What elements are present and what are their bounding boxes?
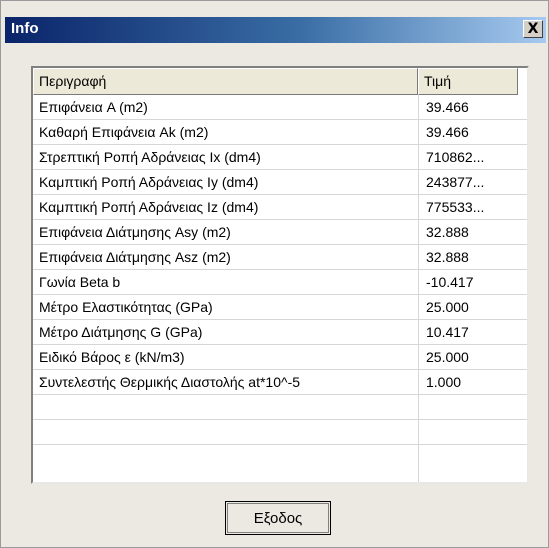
row-value: 39.466 <box>426 99 469 115</box>
row-value: -10.417 <box>426 274 474 290</box>
table-row[interactable]: Καθαρή Επιφάνεια Ak (m2) 39.466 <box>33 120 527 145</box>
row-description <box>39 420 416 444</box>
row-description: Καμπτική Ροπή Αδράνειας Iy (dm4) <box>39 174 259 190</box>
row-description: Ειδικό Βάρος ε (kN/m3) <box>39 349 185 365</box>
row-value: 10.417 <box>426 324 469 340</box>
row-description: Καθαρή Επιφάνεια Ak (m2) <box>39 124 209 140</box>
table-row[interactable]: Επιφάνεια Διάτμησης Asy (m2) 32.888 <box>33 220 527 245</box>
table-row[interactable]: Γωνία Beta b -10.417 <box>33 270 527 295</box>
row-value: 25.000 <box>426 349 469 365</box>
row-description: Επιφάνεια Διάτμησης Asz (m2) <box>39 249 231 265</box>
row-value: 39.466 <box>426 124 469 140</box>
row-description: Συντελεστής Θερμικής Διαστολής at*10^-5 <box>39 374 301 390</box>
list-rows: Επιφάνεια A (m2) 39.466 Καθαρή Επιφάνεια A… <box>33 95 527 445</box>
row-description: Γωνία Beta b <box>39 274 121 290</box>
row-value <box>426 395 514 419</box>
exit-button[interactable]: Εξοδος <box>225 501 331 535</box>
table-row[interactable]: Επιφάνεια A (m2) 39.466 <box>33 95 527 120</box>
table-row[interactable]: Επιφάνεια Διάτμησης Asz (m2) 32.888 <box>33 245 527 270</box>
row-value: 710862... <box>426 149 485 165</box>
row-value: 25.000 <box>426 299 469 315</box>
close-icon: X <box>527 21 539 37</box>
row-value: 1.000 <box>426 374 462 390</box>
row-value: 775533... <box>426 199 485 215</box>
row-description: Επιφάνεια A (m2) <box>39 99 148 115</box>
table-row[interactable]: Καμπτική Ροπή Αδράνειας Iy (dm4) 243877..… <box>33 170 527 195</box>
close-button[interactable]: X <box>523 20 543 38</box>
row-description: Μέτρο Ελαστικότητας (GPa) <box>39 299 213 315</box>
row-value: 32.888 <box>426 249 469 265</box>
table-row[interactable]: Στρεπτική Ροπή Αδράνειας Ix (dm4) 710862.… <box>33 145 527 170</box>
row-description: Καμπτική Ροπή Αδράνειας Iz (dm4) <box>39 199 259 215</box>
row-value <box>426 420 514 444</box>
row-description: Στρεπτική Ροπή Αδράνειας Ix (dm4) <box>39 149 261 165</box>
row-value: 32.888 <box>426 224 469 240</box>
info-dialog: Info X Περιγραφή Τιμή Επιφάνεια A (m2) 39… <box>0 0 549 548</box>
properties-list[interactable]: Περιγραφή Τιμή Επιφάνεια A (m2) 39.466 Καθ… <box>31 66 529 484</box>
window-title: Info <box>11 20 39 37</box>
row-description: Επιφάνεια Διάτμησης Asy (m2) <box>39 224 231 240</box>
column-header-value[interactable]: Τιμή <box>418 68 518 95</box>
table-row[interactable]: Μέτρο Ελαστικότητας (GPa) 25.000 <box>33 295 527 320</box>
table-row[interactable]: Καμπτική Ροπή Αδράνειας Iz (dm4) 775533..… <box>33 195 527 220</box>
row-value: 243877... <box>426 174 485 190</box>
table-row[interactable] <box>33 395 527 420</box>
column-header-description[interactable]: Περιγραφή <box>33 68 418 95</box>
title-bar[interactable]: Info X <box>5 17 546 43</box>
table-row[interactable]: Μέτρο Διάτμησης G (GPa) 10.417 <box>33 320 527 345</box>
row-description <box>39 395 416 419</box>
row-description: Μέτρο Διάτμησης G (GPa) <box>39 324 203 340</box>
list-header: Περιγραφή Τιμή <box>33 68 527 95</box>
table-row[interactable]: Συντελεστής Θερμικής Διαστολής at*10^-5 1… <box>33 370 527 395</box>
table-row[interactable] <box>33 420 527 445</box>
table-row[interactable]: Ειδικό Βάρος ε (kN/m3) 25.000 <box>33 345 527 370</box>
